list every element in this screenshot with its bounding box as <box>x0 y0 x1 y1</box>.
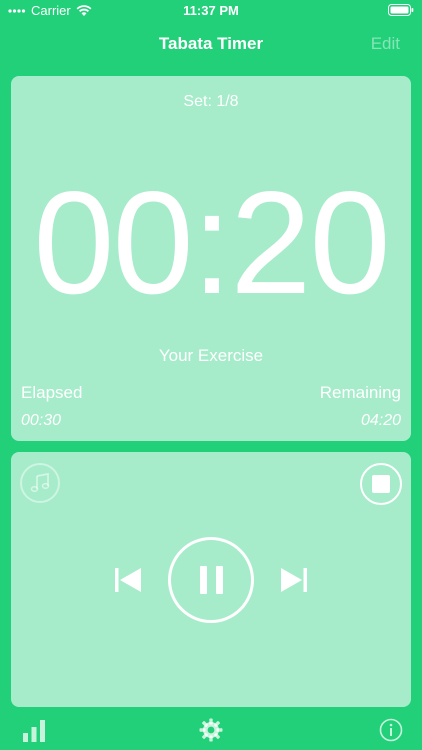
gear-icon[interactable] <box>199 718 223 742</box>
music-note-icon <box>30 472 50 493</box>
skip-back-icon[interactable] <box>115 566 141 594</box>
countdown-clock: 00:20 <box>33 161 390 324</box>
remaining-label: Remaining <box>319 383 401 402</box>
elapsed-value: 00:30 <box>21 412 62 429</box>
stop-icon <box>372 475 390 493</box>
navigation-bar: Tabata Timer Edit <box>0 22 422 66</box>
bar-chart-icon[interactable] <box>22 720 46 742</box>
music-button[interactable] <box>20 463 60 503</box>
pause-button[interactable] <box>168 537 254 623</box>
controls-card <box>11 452 411 707</box>
set-counter: Set: 1/8 <box>183 93 239 110</box>
stop-button[interactable] <box>360 463 402 505</box>
exercise-label: Your Exercise <box>158 346 264 365</box>
tab-bar <box>0 710 422 750</box>
edit-button[interactable]: Edit <box>371 34 400 54</box>
battery-icon <box>388 4 414 16</box>
pause-icon <box>199 566 207 594</box>
remaining-value: 04:20 <box>360 412 401 429</box>
skip-forward-icon[interactable] <box>281 566 307 594</box>
status-bar: Carrier 11:37 PM <box>0 0 422 22</box>
page-title: Tabata Timer <box>158 34 264 53</box>
timer-card: Set: 1/8 00:20 Your Exercise Elapsed 00:… <box>11 76 411 441</box>
info-icon[interactable] <box>379 718 403 742</box>
elapsed-label: Elapsed <box>21 383 83 402</box>
status-time: 11:37 PM <box>183 3 239 18</box>
pause-icon-bar <box>215 566 223 594</box>
